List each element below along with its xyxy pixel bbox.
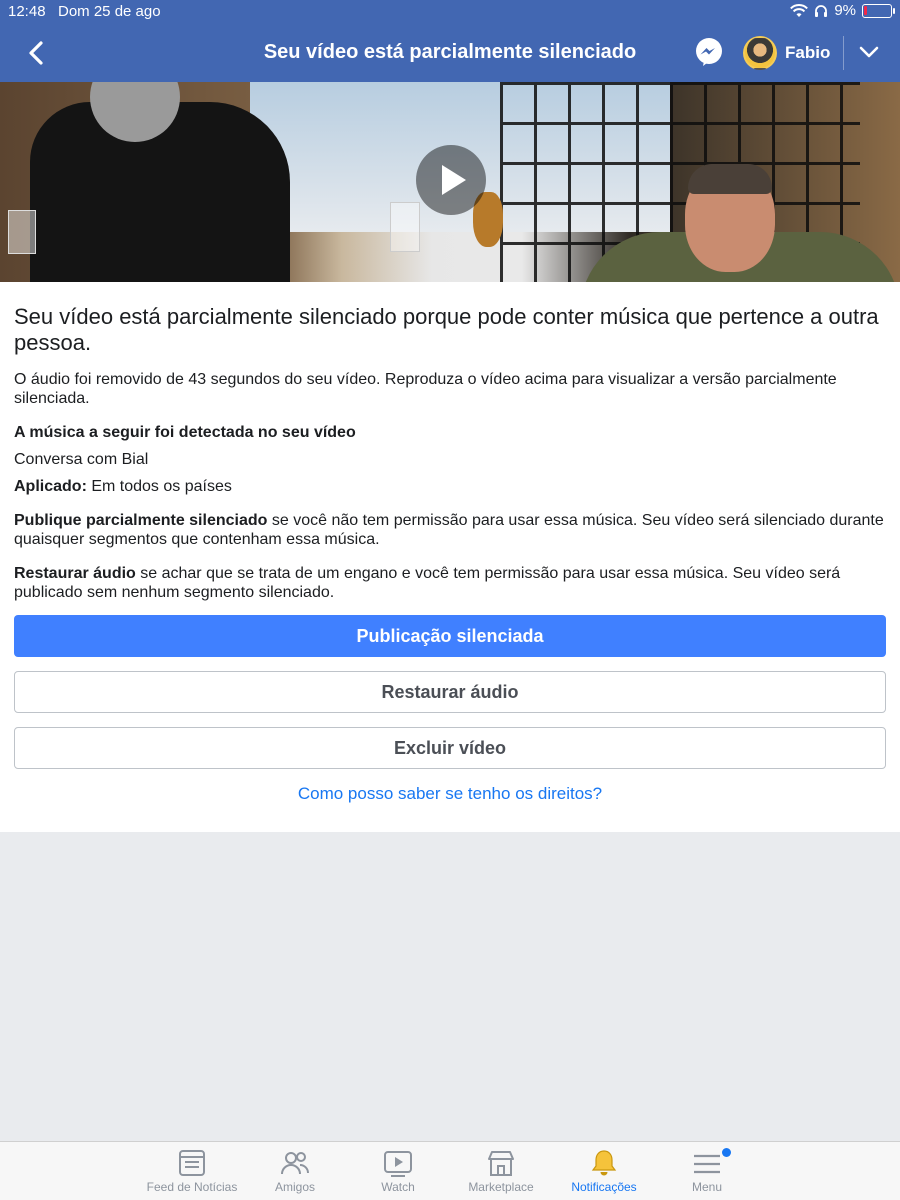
publish-bold: Publique parcialmente silenciado [14,512,268,529]
tab-marketplace-label: Marketplace [468,1180,534,1194]
video-glass-right [390,202,420,252]
bottom-tab-bar: Feed de Notícias Amigos Watch Marketplac… [0,1141,900,1200]
delete-video-button[interactable]: Excluir vídeo [14,727,886,769]
video-person-right-hair [688,164,772,194]
battery-icon [862,3,895,18]
publish-explanation: Publique parcialmente silenciado se você… [14,511,886,549]
status-date: Dom 25 de ago [58,3,161,20]
removed-text: O áudio foi removido de 43 segundos do s… [14,371,837,407]
menu-notification-dot [722,1148,731,1157]
restore-audio-button[interactable]: Restaurar áudio [14,671,886,713]
wifi-icon [790,3,809,17]
headphones-icon [815,4,828,17]
watch-icon [384,1151,412,1177]
restore-explanation: Restaurar áudio se achar que se trata de… [14,564,886,602]
nav-bar: Seu vídeo está parcialmente silenciado F… [0,24,900,82]
video-player[interactable] [0,82,900,282]
song-name: Conversa com Bial [14,451,149,468]
top-bar: 12:48 Dom 25 de ago 9% Seu vídeo está pa… [0,0,900,82]
tab-feed-label: Feed de Notícias [146,1180,238,1194]
video-glass-left [8,210,36,254]
restore-rest: se achar que se trata de um engano e voc… [14,565,841,601]
applied-label: Aplicado: [14,478,87,495]
status-bar: 12:48 Dom 25 de ago 9% [0,0,900,24]
avatar[interactable] [743,36,777,70]
status-time: 12:48 [8,3,46,20]
content-card: Seu vídeo está parcialmente silenciado p… [0,282,900,832]
messenger-icon[interactable] [694,37,724,67]
chevron-down-icon[interactable] [857,40,881,64]
divider [843,36,844,70]
status-right: 9% [790,2,895,19]
detected-heading: A música a seguir foi detectada no seu v… [14,424,356,441]
play-button[interactable] [416,145,486,215]
tab-marketplace[interactable]: Marketplace [449,1148,553,1200]
tab-friends[interactable]: Amigos [243,1148,347,1200]
headline: Seu vídeo está parcialmente silenciado p… [14,304,879,355]
restore-bold: Restaurar áudio [14,565,136,582]
applied-value: Em todos os países [91,478,232,495]
applied-line: Aplicado: Em todos os países [14,477,886,496]
friends-icon [281,1152,309,1175]
marketplace-icon [488,1151,514,1176]
play-icon [442,165,466,195]
rights-help-link[interactable]: Como posso saber se tenho os direitos? [0,784,900,804]
battery-percent: 9% [834,2,856,19]
tab-watch[interactable]: Watch [346,1148,450,1200]
tab-menu[interactable]: Menu [655,1148,759,1200]
news-feed-icon [179,1150,205,1176]
tab-friends-label: Amigos [274,1180,315,1194]
tab-menu-label: Menu [691,1180,723,1194]
tab-notifications-label: Notificações [571,1180,637,1194]
tab-notifications[interactable]: Notificações [552,1148,656,1200]
hamburger-menu-icon [694,1154,720,1174]
publish-muted-button[interactable]: Publicação silenciada [14,615,886,657]
bell-icon [591,1150,617,1176]
user-name[interactable]: Fabio [785,43,830,63]
tab-feed[interactable]: Feed de Notícias [140,1148,244,1200]
tab-watch-label: Watch [381,1180,415,1194]
